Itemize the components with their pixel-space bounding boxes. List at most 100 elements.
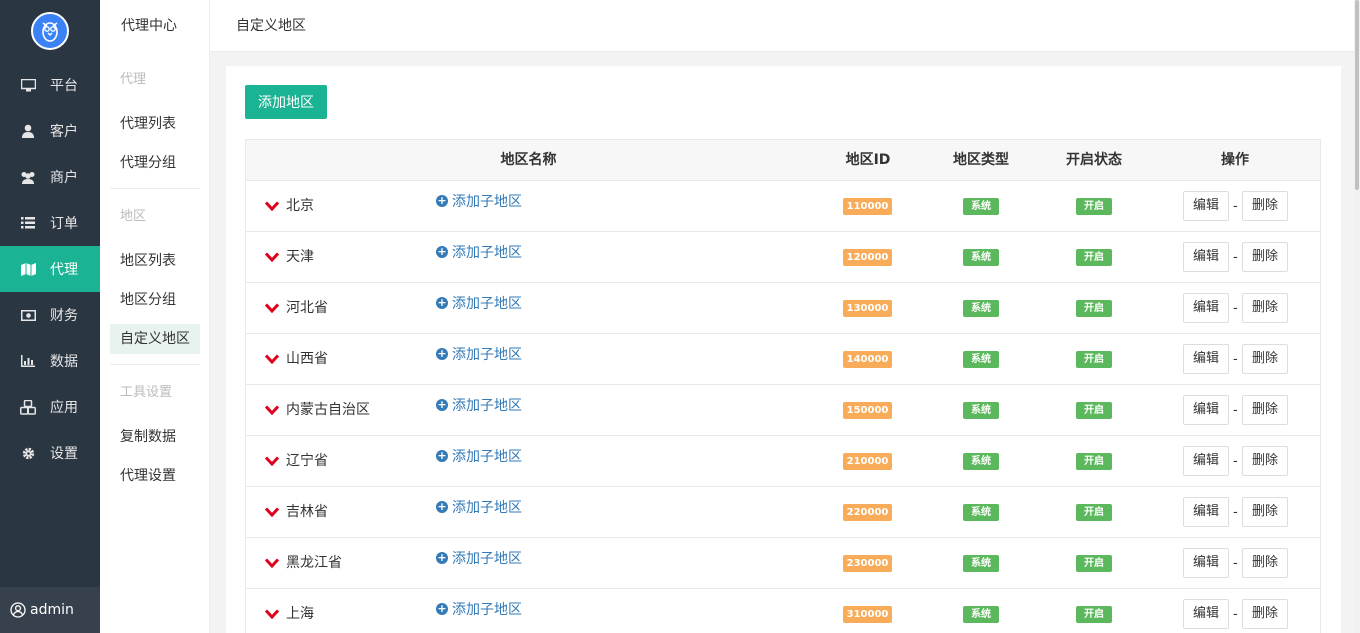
subnav-item-agent-group[interactable]: 代理分组 xyxy=(110,148,200,178)
add-sub-region-link[interactable]: + 添加子地区 xyxy=(436,191,522,211)
edit-button[interactable]: 编辑 xyxy=(1183,446,1229,476)
add-sub-region-link[interactable]: + 添加子地区 xyxy=(436,242,522,262)
action-separator: - xyxy=(1233,301,1238,316)
plus-circle-icon: + xyxy=(436,245,448,258)
subnav-item-copy-data[interactable]: 复制数据 xyxy=(110,422,200,452)
action-separator: - xyxy=(1233,556,1238,571)
region-type-badge: 系统 xyxy=(963,606,999,623)
plus-circle-icon: + xyxy=(436,449,448,462)
edit-button[interactable]: 编辑 xyxy=(1183,497,1229,527)
subnav-item-region-group[interactable]: 地区分组 xyxy=(110,285,200,315)
action-separator: - xyxy=(1233,199,1238,214)
scrollbar-thumb[interactable] xyxy=(1355,0,1359,190)
delete-button[interactable]: 删除 xyxy=(1242,344,1288,374)
delete-button[interactable]: 删除 xyxy=(1242,191,1288,221)
chevron-down-icon[interactable] xyxy=(265,354,279,364)
chevron-down-icon[interactable] xyxy=(265,507,279,517)
chevron-down-icon[interactable] xyxy=(265,609,279,619)
nav-label: 财务 xyxy=(50,308,78,324)
add-sub-region-link[interactable]: + 添加子地区 xyxy=(436,497,522,517)
chevron-down-icon[interactable] xyxy=(265,558,279,568)
nav-item-finance[interactable]: 财务 xyxy=(0,292,100,338)
table-row: 河北省 + 添加子地区 130000 系统 开启 编辑 - 删除 xyxy=(246,283,1320,334)
edit-button[interactable]: 编辑 xyxy=(1183,191,1229,221)
region-id-badge: 110000 xyxy=(843,198,892,215)
add-sub-region-label: 添加子地区 xyxy=(452,500,522,516)
current-user[interactable]: admin xyxy=(0,587,100,633)
edit-button[interactable]: 编辑 xyxy=(1183,242,1229,272)
nav-label: 平台 xyxy=(50,78,78,94)
divider xyxy=(110,364,200,365)
status-badge: 开启 xyxy=(1076,402,1112,419)
subnav-group-tools: 工具设置 xyxy=(120,385,173,400)
edit-button[interactable]: 编辑 xyxy=(1183,548,1229,578)
region-id-badge: 150000 xyxy=(843,402,892,419)
subnav-item-custom-region[interactable]: 自定义地区 xyxy=(110,324,200,354)
subnav-item-region-list[interactable]: 地区列表 xyxy=(110,246,200,276)
region-name: 天津 xyxy=(286,249,314,265)
delete-button[interactable]: 删除 xyxy=(1242,395,1288,425)
chevron-down-icon[interactable] xyxy=(265,405,279,415)
delete-button[interactable]: 删除 xyxy=(1242,242,1288,272)
region-type-badge: 系统 xyxy=(963,351,999,368)
chevron-down-icon[interactable] xyxy=(265,201,279,211)
sub-nav: 代理中心 代理 代理列表 代理分组 地区 地区列表 地区分组 自定义地区 工具设… xyxy=(100,0,210,633)
delete-button[interactable]: 删除 xyxy=(1242,293,1288,323)
region-id-badge: 210000 xyxy=(843,453,892,470)
region-table: 地区名称 地区ID 地区类型 开启状态 操作 北京 + 添加子地区 110000 系统开… xyxy=(245,139,1321,633)
nav-item-settings[interactable]: 设置 xyxy=(0,430,100,476)
table-row: 上海 + 添加子地区 310000 系统 开启 编辑 - 删除 xyxy=(246,589,1320,633)
add-sub-region-link[interactable]: + 添加子地区 xyxy=(436,293,522,313)
add-sub-region-link[interactable]: + 添加子地区 xyxy=(436,599,522,619)
add-sub-region-link[interactable]: + 添加子地区 xyxy=(436,446,522,466)
nav-label: 客户 xyxy=(50,124,78,140)
nav-label: 应用 xyxy=(50,400,78,416)
edit-button[interactable]: 编辑 xyxy=(1183,395,1229,425)
nav-item-app[interactable]: 应用 xyxy=(0,384,100,430)
add-sub-region-link[interactable]: + 添加子地区 xyxy=(436,344,522,364)
nav-item-data[interactable]: 数据 xyxy=(0,338,100,384)
nav-item-platform[interactable]: 平台 xyxy=(0,62,100,108)
edit-button[interactable]: 编辑 xyxy=(1183,293,1229,323)
add-sub-region-link[interactable]: + 添加子地区 xyxy=(436,548,522,568)
add-sub-region-link[interactable]: + 添加子地区 xyxy=(436,395,522,415)
region-type-badge: 系统 xyxy=(963,555,999,572)
delete-button[interactable]: 删除 xyxy=(1242,497,1288,527)
table-row: 吉林省 + 添加子地区 220000 系统 开启 编辑 - 删除 xyxy=(246,487,1320,538)
status-badge: 开启 xyxy=(1076,249,1112,266)
add-sub-region-label: 添加子地区 xyxy=(452,194,522,210)
delete-button[interactable]: 删除 xyxy=(1242,446,1288,476)
delete-button[interactable]: 删除 xyxy=(1242,599,1288,629)
chevron-down-icon[interactable] xyxy=(265,252,279,262)
table-body: 北京 + 添加子地区 110000 系统 开启 编辑 - 删除 天津 + 添加子地区 120000 系统开… xyxy=(246,181,1320,633)
logo-wrap xyxy=(0,0,100,62)
plus-circle-icon: + xyxy=(436,551,448,564)
nav-item-customer[interactable]: 客户 xyxy=(0,108,100,154)
edit-button[interactable]: 编辑 xyxy=(1183,344,1229,374)
action-separator: - xyxy=(1233,454,1238,469)
subnav-item-agent-settings[interactable]: 代理设置 xyxy=(110,461,200,491)
nav-label: 设置 xyxy=(50,446,78,462)
username: admin xyxy=(30,602,74,618)
add-sub-region-label: 添加子地区 xyxy=(452,347,522,363)
nav-item-order[interactable]: 订单 xyxy=(0,200,100,246)
logo[interactable] xyxy=(31,12,69,50)
region-id-badge: 140000 xyxy=(843,351,892,368)
edit-button[interactable]: 编辑 xyxy=(1183,599,1229,629)
status-badge: 开启 xyxy=(1076,606,1112,623)
nav-label: 订单 xyxy=(50,216,78,232)
vertical-scrollbar[interactable] xyxy=(1354,0,1360,633)
plus-circle-icon: + xyxy=(436,194,448,207)
col-status: 开启状态 xyxy=(1066,152,1122,168)
subnav-item-agent-list[interactable]: 代理列表 xyxy=(110,109,200,139)
nav-item-agent[interactable]: 代理 xyxy=(0,246,100,292)
nav-label: 商户 xyxy=(50,170,78,186)
chevron-down-icon[interactable] xyxy=(265,456,279,466)
add-region-button[interactable]: 添加地区 xyxy=(245,85,327,119)
action-separator: - xyxy=(1233,403,1238,418)
add-sub-region-label: 添加子地区 xyxy=(452,245,522,261)
delete-button[interactable]: 删除 xyxy=(1242,548,1288,578)
table-row: 北京 + 添加子地区 110000 系统 开启 编辑 - 删除 xyxy=(246,181,1320,232)
chevron-down-icon[interactable] xyxy=(265,303,279,313)
nav-item-merchant[interactable]: 商户 xyxy=(0,154,100,200)
